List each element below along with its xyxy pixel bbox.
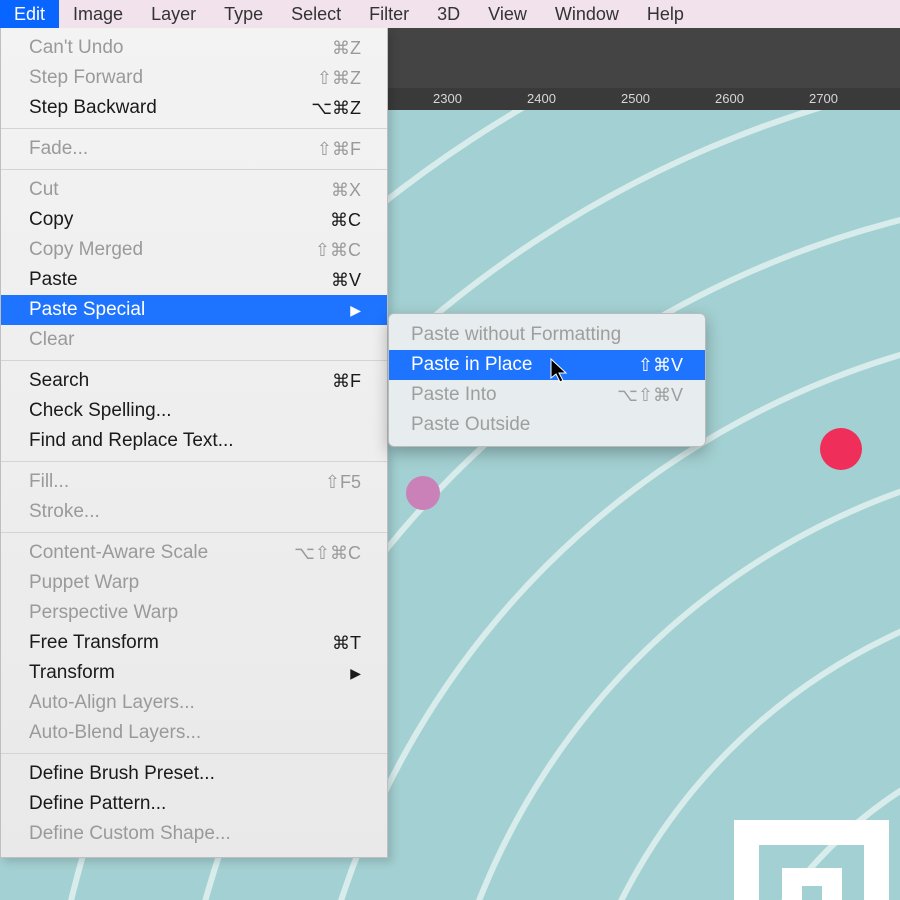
ruler-tick: 2300 [433,91,462,106]
menu-item-search[interactable]: Search⌘F [1,366,387,396]
menu-item-cut[interactable]: Cut⌘X [1,175,387,205]
menu-item-step-backward[interactable]: Step Backward⌥⌘Z [1,93,387,123]
ruler-tick: 2600 [715,91,744,106]
menu-item-paste-special[interactable]: Paste Special▶ [1,295,387,325]
menu-item-fade[interactable]: Fade...⇧⌘F [1,134,387,164]
submenu-arrow-icon: ▶ [350,665,361,682]
menu-item-stroke[interactable]: Stroke... [1,497,387,527]
menu-view[interactable]: View [474,0,541,28]
menu-item-cant-undo[interactable]: Can't Undo⌘Z [1,33,387,63]
menu-item-fill[interactable]: Fill...⇧F5 [1,467,387,497]
submenu-item-paste-in-place[interactable]: Paste in Place⇧⌘V [389,350,705,380]
menu-item-paste[interactable]: Paste⌘V [1,265,387,295]
menu-item-content-aware-scale[interactable]: Content-Aware Scale⌥⇧⌘C [1,538,387,568]
menu-item-free-transform[interactable]: Free Transform⌘T [1,628,387,658]
menu-3d[interactable]: 3D [423,0,474,28]
paste-special-submenu: Paste without Formatting Paste in Place⇧… [388,313,706,447]
menu-item-define-pattern[interactable]: Define Pattern... [1,789,387,819]
menu-item-find-replace[interactable]: Find and Replace Text... [1,426,387,456]
submenu-item-paste-into[interactable]: Paste Into⌥⇧⌘V [389,380,705,410]
submenu-item-paste-without-formatting[interactable]: Paste without Formatting [389,320,705,350]
submenu-arrow-icon: ▶ [350,302,361,319]
menu-type[interactable]: Type [210,0,277,28]
submenu-item-paste-outside[interactable]: Paste Outside [389,410,705,440]
menu-item-define-brush-preset[interactable]: Define Brush Preset... [1,759,387,789]
canvas-dot-red [820,428,862,470]
canvas-dot-pink [406,476,440,510]
ruler-tick: 2700 [809,91,838,106]
menu-item-copy[interactable]: Copy⌘C [1,205,387,235]
menu-item-transform[interactable]: Transform▶ [1,658,387,688]
menu-item-auto-blend[interactable]: Auto-Blend Layers... [1,718,387,748]
menu-item-copy-merged[interactable]: Copy Merged⇧⌘C [1,235,387,265]
menu-item-perspective-warp[interactable]: Perspective Warp [1,598,387,628]
menu-item-auto-align[interactable]: Auto-Align Layers... [1,688,387,718]
edit-menu-dropdown: Can't Undo⌘Z Step Forward⇧⌘Z Step Backwa… [0,28,388,858]
menu-select[interactable]: Select [277,0,355,28]
menu-help[interactable]: Help [633,0,698,28]
menu-layer[interactable]: Layer [137,0,210,28]
menu-item-step-forward[interactable]: Step Forward⇧⌘Z [1,63,387,93]
menu-item-define-custom-shape[interactable]: Define Custom Shape... [1,819,387,849]
menu-edit[interactable]: Edit [0,0,59,28]
ruler-tick: 2500 [621,91,650,106]
ruler-tick: 2400 [527,91,556,106]
menu-window[interactable]: Window [541,0,633,28]
menu-item-puppet-warp[interactable]: Puppet Warp [1,568,387,598]
canvas-logo-shape [714,750,894,900]
menu-item-clear[interactable]: Clear [1,325,387,355]
menu-item-check-spelling[interactable]: Check Spelling... [1,396,387,426]
cursor-icon [550,358,570,384]
menubar: Edit Image Layer Type Select Filter 3D V… [0,0,900,28]
menu-image[interactable]: Image [59,0,137,28]
menu-filter[interactable]: Filter [355,0,423,28]
